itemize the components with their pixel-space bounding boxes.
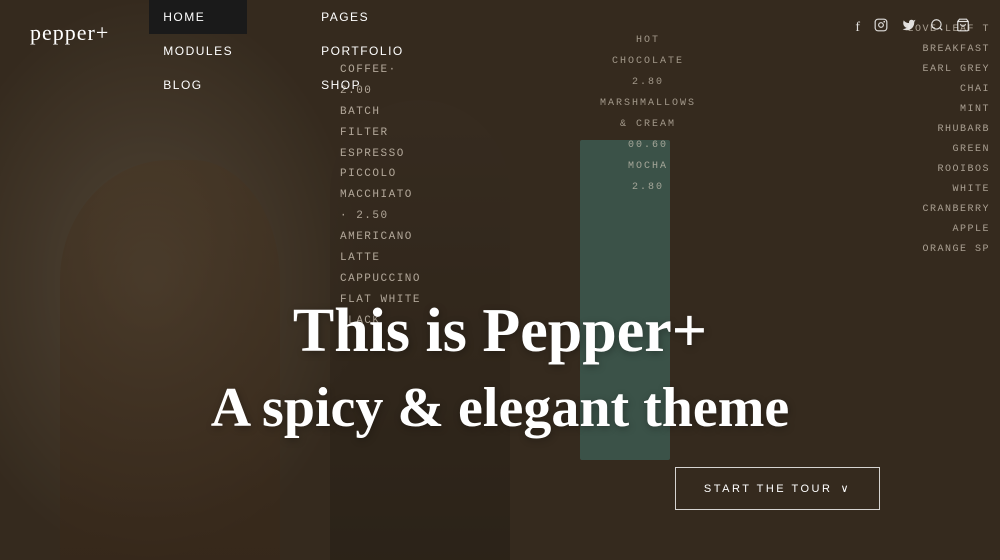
- facebook-link[interactable]: f: [855, 20, 860, 36]
- site-logo[interactable]: pepper+: [30, 0, 109, 66]
- cart-icon[interactable]: [956, 18, 970, 37]
- nav-blog[interactable]: BLOG: [149, 68, 247, 102]
- twitter-link[interactable]: [902, 18, 916, 37]
- social-links: f: [855, 0, 916, 55]
- nav-pages[interactable]: PAGES: [307, 0, 418, 34]
- nav-home[interactable]: HOME: [149, 0, 247, 34]
- search-icon[interactable]: [930, 18, 944, 37]
- hero-title-line2: A spicy & elegant theme: [0, 376, 1000, 440]
- main-nav: pepper+ HOME MODULES BLOG PAGES PORTFOLI…: [0, 0, 1000, 102]
- nav-portfolio[interactable]: PORTFOLIO: [307, 34, 418, 68]
- nav-shop[interactable]: SHOP: [307, 68, 418, 102]
- cta-arrow: ∨: [840, 482, 851, 495]
- start-tour-button[interactable]: START THE TOUR ∨: [675, 467, 880, 510]
- instagram-link[interactable]: [874, 18, 888, 37]
- cta-container: START THE TOUR ∨: [675, 467, 880, 510]
- hero-title-line1: This is Pepper+: [0, 296, 1000, 367]
- nav-modules[interactable]: MODULES: [149, 34, 247, 68]
- nav-secondary: PAGES PORTFOLIO SHOP: [307, 0, 418, 102]
- hero-section: COFFEE· 2.00 BATCH FILTER ESPRESSO PICCO…: [0, 0, 1000, 560]
- nav-utility-icons: [916, 0, 970, 55]
- cta-label: START THE TOUR: [704, 483, 833, 495]
- nav-primary: HOME MODULES BLOG: [149, 0, 247, 102]
- hero-content: This is Pepper+ A spicy & elegant theme: [0, 296, 1000, 440]
